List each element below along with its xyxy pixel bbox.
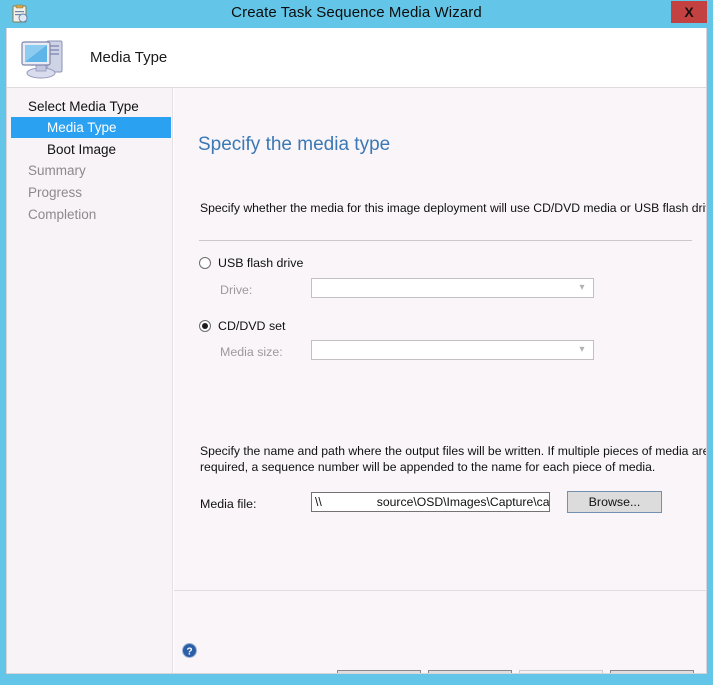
sidebar-item-completion[interactable]: Completion xyxy=(11,204,171,225)
chevron-down-icon: ▾ xyxy=(579,282,585,293)
sidebar-item-media-type[interactable]: Media Type xyxy=(11,117,171,138)
footer-divider xyxy=(174,590,706,591)
radio-usb-flash-drive-label: USB flash drive xyxy=(218,256,304,270)
intro-text: Specify whether the media for this image… xyxy=(200,201,707,215)
previous-button[interactable]: < Previous xyxy=(337,670,421,673)
media-size-label: Media size: xyxy=(220,345,283,359)
chevron-down-icon: ▾ xyxy=(579,344,585,355)
close-button[interactable]: X xyxy=(671,1,707,23)
summary-button: Summary xyxy=(519,670,603,673)
sidebar-item-boot-image[interactable]: Boot Image xyxy=(11,139,171,160)
wizard-steps-sidebar: Select Media Type Media Type Boot Image … xyxy=(7,88,173,673)
media-file-label: Media file: xyxy=(200,497,257,511)
content-divider xyxy=(199,240,692,241)
wizard-banner: Media Type xyxy=(7,28,706,88)
wizard-content-pane: Specify the media type Specify whether t… xyxy=(174,88,706,673)
sidebar-item-summary[interactable]: Summary xyxy=(11,160,171,181)
next-button[interactable]: Next > xyxy=(428,670,512,673)
media-file-input[interactable]: \\ source\OSD\Images\Capture\capture xyxy=(311,492,550,512)
cancel-button[interactable]: Cancel xyxy=(610,670,694,673)
output-description-line-2: required, a sequence number will be appe… xyxy=(200,460,656,474)
computer-icon xyxy=(21,40,63,79)
output-description-line-1: Specify the name and path where the outp… xyxy=(200,444,707,458)
radio-usb-flash-drive-mark xyxy=(199,257,211,269)
banner-title: Media Type xyxy=(90,49,168,66)
page-title: Specify the media type xyxy=(198,134,391,155)
dialog-client-area: Media Type Select Media Type Media Type … xyxy=(6,28,707,674)
media-file-prefix: \\ xyxy=(315,495,322,509)
sidebar-item-progress[interactable]: Progress xyxy=(11,182,171,203)
drive-label: Drive: xyxy=(220,283,253,297)
title-bar: Create Task Sequence Media Wizard X xyxy=(0,0,713,28)
radio-cd-dvd-set-label: CD/DVD set xyxy=(218,319,286,333)
media-size-select[interactable]: ▾ xyxy=(311,340,594,360)
browse-button[interactable]: Browse... xyxy=(567,491,662,513)
media-file-path: source\OSD\Images\Capture\capture xyxy=(376,495,550,509)
help-question-icon[interactable]: ? xyxy=(182,643,197,658)
radio-cd-dvd-set-mark xyxy=(199,320,211,332)
wizard-window: Create Task Sequence Media Wizard X Medi… xyxy=(0,0,713,685)
drive-select[interactable]: ▾ xyxy=(311,278,594,298)
sidebar-item-select-media-type[interactable]: Select Media Type xyxy=(11,96,171,117)
window-title: Create Task Sequence Media Wizard xyxy=(231,4,482,21)
svg-text:?: ? xyxy=(186,646,192,657)
